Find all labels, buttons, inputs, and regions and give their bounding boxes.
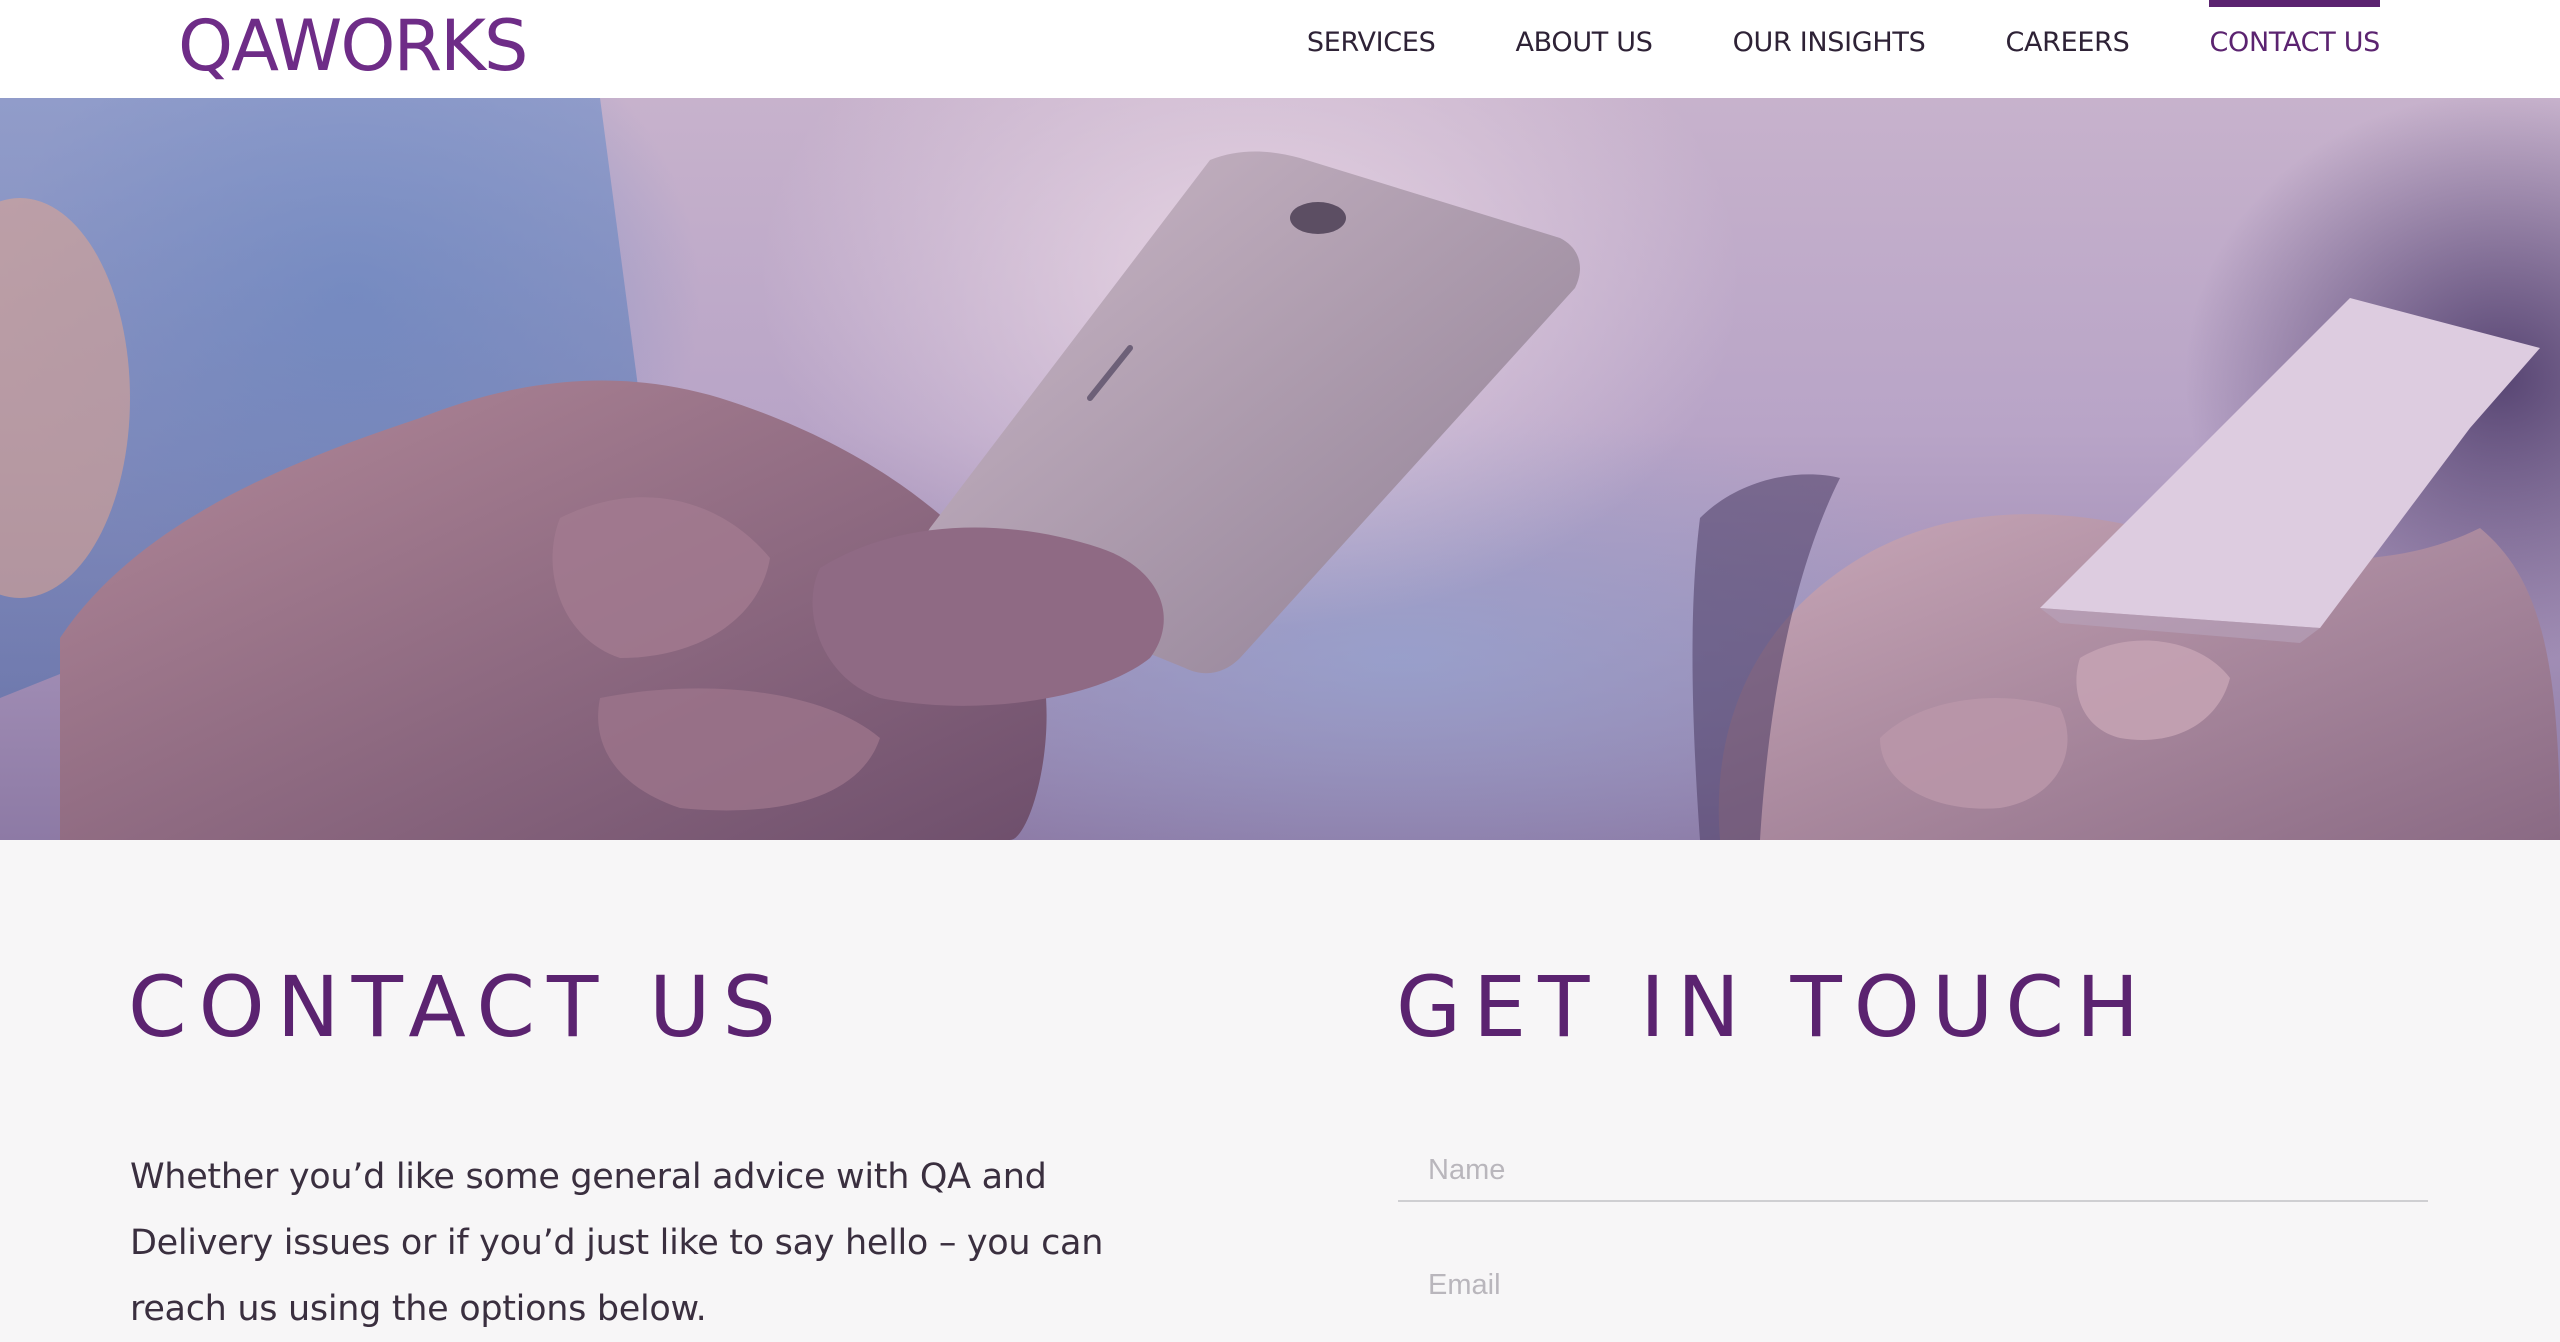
- name-input[interactable]: [1398, 1140, 2428, 1202]
- nav-about-us[interactable]: ABOUT US: [1515, 0, 1652, 84]
- main-nav: SERVICES ABOUT US OUR INSIGHTS CAREERS C…: [1227, 0, 2380, 84]
- contact-intro-text: Whether you’d like some general advice w…: [130, 1157, 1104, 1329]
- hero-illustration: [0, 98, 2560, 840]
- email-input[interactable]: [1398, 1254, 2428, 1316]
- nav-careers[interactable]: CAREERS: [2005, 0, 2129, 84]
- nav-services[interactable]: SERVICES: [1307, 0, 1436, 84]
- nav-contact-us[interactable]: CONTACT US: [2209, 0, 2380, 84]
- get-in-touch-title: GET IN TOUCH: [1396, 958, 2152, 1056]
- hero-image: [0, 98, 2560, 840]
- contact-title: CONTACT US: [128, 958, 788, 1056]
- contact-section: CONTACT US Whether you’d like some gener…: [0, 840, 2560, 1329]
- qaworks-logo[interactable]: QAWORKS: [178, 5, 528, 87]
- site-header: QAWORKS SERVICES ABOUT US OUR INSIGHTS C…: [0, 0, 2560, 98]
- nav-our-insights[interactable]: OUR INSIGHTS: [1733, 0, 1926, 84]
